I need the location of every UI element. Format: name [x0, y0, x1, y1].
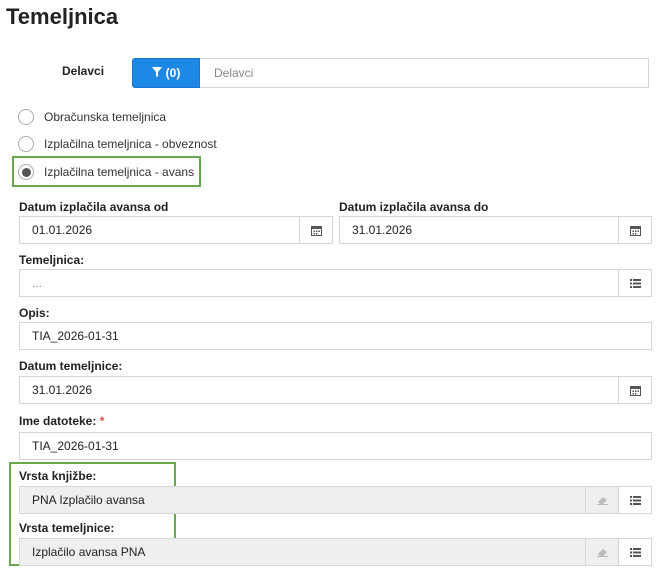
datum-temeljnice-label: Datum temeljnice:	[19, 359, 123, 373]
ime-datoteke-label: Ime datoteke: *	[19, 414, 104, 428]
vrsta-knjizbe-value: PNA Izplačilo avansa	[32, 493, 145, 507]
date-from-value: 01.01.2026	[32, 223, 93, 237]
radio-label: Obračunska temeljnica	[44, 110, 167, 124]
radio-button-selected[interactable]	[18, 164, 34, 180]
vrsta-knjizbe-field[interactable]: PNA Izplačilo avansa	[19, 486, 652, 514]
radio-izplacilna-avans[interactable]: Izplačilna temeljnica - avans	[18, 164, 194, 180]
delavci-filter-button[interactable]: (0)	[132, 58, 200, 88]
opis-field[interactable]: TIA_2026-01-31	[19, 322, 652, 350]
required-mark: *	[99, 414, 105, 428]
radio-obracunska[interactable]: Obračunska temeljnica	[18, 109, 166, 125]
vrsta-temeljnice-value: Izplačilo avansa PNA	[32, 545, 146, 559]
opis-label: Opis:	[19, 306, 50, 320]
datum-temeljnice-field[interactable]: 31.01.2026	[19, 376, 652, 404]
eraser-icon[interactable]	[585, 487, 618, 513]
calendar-icon[interactable]	[618, 377, 651, 403]
list-icon[interactable]	[618, 270, 651, 296]
radio-izplacilna-obveznost[interactable]: Izplačilna temeljnica - obveznost	[18, 136, 217, 152]
datum-temeljnice-value: 31.01.2026	[32, 383, 93, 397]
delavci-label: Delavci	[62, 64, 105, 78]
list-icon[interactable]	[618, 539, 651, 565]
ime-datoteke-label-text: Ime datoteke:	[19, 414, 97, 428]
page-title: Temeljnica	[6, 4, 119, 29]
date-from-field[interactable]: 01.01.2026	[19, 216, 333, 244]
vrsta-knjizbe-label: Vrsta knjižbe:	[19, 469, 97, 483]
calendar-icon[interactable]	[299, 217, 332, 243]
ime-datoteke-field[interactable]: TIA_2026-01-31	[19, 432, 652, 460]
delavci-input[interactable]: Delavci	[200, 58, 649, 88]
opis-value: TIA_2026-01-31	[32, 329, 119, 343]
radio-label: Izplačilna temeljnica - avans	[44, 165, 195, 179]
date-to-field[interactable]: 31.01.2026	[339, 216, 652, 244]
radio-button[interactable]	[18, 136, 34, 152]
list-icon[interactable]	[618, 487, 651, 513]
vrsta-temeljnice-field[interactable]: Izplačilo avansa PNA	[19, 538, 652, 566]
date-to-label: Datum izplačila avansa do	[339, 200, 489, 214]
temeljnica-label: Temeljnica:	[19, 253, 85, 267]
eraser-icon[interactable]	[585, 539, 618, 565]
filter-icon	[151, 66, 162, 80]
filter-count: (0)	[165, 66, 181, 80]
calendar-icon[interactable]	[618, 217, 651, 243]
temeljnica-placeholder: ...	[32, 276, 43, 290]
radio-label: Izplačilna temeljnica - obveznost	[44, 137, 217, 151]
ime-datoteke-value: TIA_2026-01-31	[32, 439, 119, 453]
date-from-label: Datum izplačila avansa od	[19, 200, 169, 214]
date-to-value: 31.01.2026	[352, 223, 413, 237]
vrsta-temeljnice-label: Vrsta temeljnice:	[19, 521, 115, 535]
radio-button[interactable]	[18, 109, 34, 125]
temeljnica-field[interactable]: ...	[19, 269, 652, 297]
